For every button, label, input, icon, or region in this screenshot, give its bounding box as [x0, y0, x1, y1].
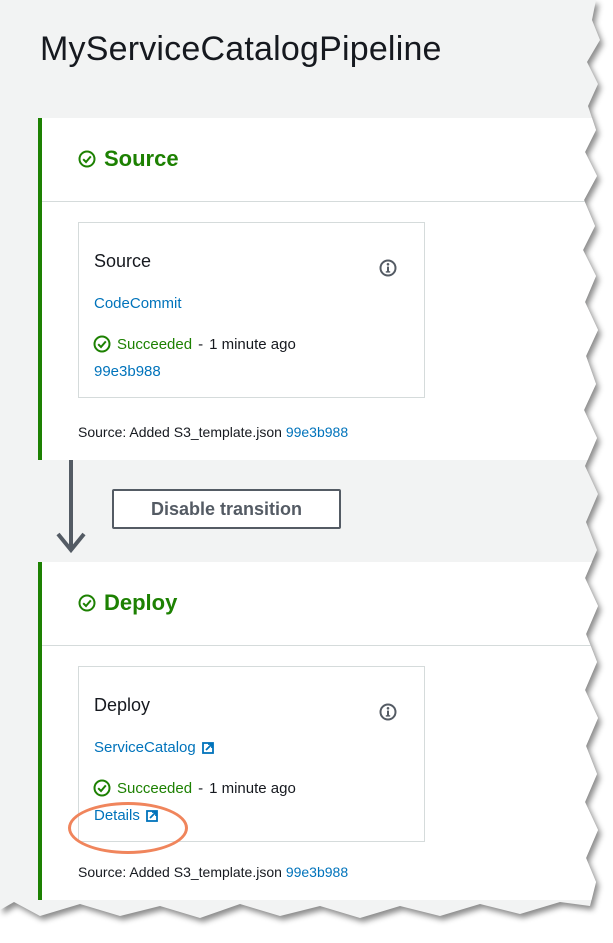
footer-commit-link[interactable]: 99e3b988 — [286, 424, 348, 440]
check-circle-icon — [78, 594, 96, 612]
status-time: 1 minute ago — [209, 335, 296, 353]
success-check-icon — [93, 779, 111, 797]
status-separator: - — [198, 779, 204, 797]
success-check-icon — [93, 335, 111, 353]
commit-link[interactable]: 99e3b988 — [94, 363, 161, 380]
action-card-source: Source CodeCommit Succeeded - 1 minute a… — [78, 222, 425, 398]
stage-title: Source — [78, 146, 179, 172]
highlight-annotation — [68, 802, 188, 854]
status-text: Succeeded — [117, 779, 193, 797]
action-status: Succeeded - 1 minute ago — [93, 779, 296, 797]
info-icon[interactable] — [379, 259, 397, 277]
external-link-icon — [201, 741, 214, 754]
stage-footer: Source: Added S3_template.json 99e3b988 — [78, 424, 348, 440]
page-title: MyServiceCatalogPipeline — [40, 30, 442, 68]
stage-source: Source Source CodeCommit Succeeded - 1 m… — [38, 118, 600, 460]
pipeline-page: MyServiceCatalogPipeline Source Source C… — [0, 0, 600, 918]
footer-text: Source: Added S3_template.json — [78, 864, 282, 880]
action-provider-link[interactable]: ServiceCatalog — [94, 739, 214, 756]
status-text: Succeeded — [117, 335, 193, 353]
action-name: Source — [94, 251, 152, 271]
footer-commit-link[interactable]: 99e3b988 — [286, 864, 348, 880]
provider-label: ServiceCatalog — [94, 739, 196, 756]
disable-transition-button[interactable]: Disable transition — [112, 489, 341, 529]
footer-text: Source: Added S3_template.json — [78, 424, 282, 440]
action-name: Deploy — [94, 695, 151, 715]
stage-footer: Source: Added S3_template.json 99e3b988 — [78, 864, 348, 880]
stage-transition: Disable transition — [0, 460, 600, 562]
status-separator: - — [198, 335, 204, 353]
stage-title: Deploy — [78, 590, 177, 616]
action-provider-link[interactable]: CodeCommit — [94, 295, 182, 312]
status-time: 1 minute ago — [209, 779, 296, 797]
action-status: Succeeded - 1 minute ago — [93, 335, 296, 353]
stage-header: Deploy — [42, 562, 600, 646]
provider-label: CodeCommit — [94, 295, 182, 312]
check-circle-icon — [78, 150, 96, 168]
info-icon[interactable] — [379, 703, 397, 721]
screenshot-sheet: MyServiceCatalogPipeline Source Source C… — [0, 0, 613, 943]
stage-name: Deploy — [104, 590, 178, 615]
stage-header: Source — [42, 118, 600, 202]
stage-name: Source — [104, 146, 179, 171]
arrow-down-icon — [56, 532, 86, 554]
